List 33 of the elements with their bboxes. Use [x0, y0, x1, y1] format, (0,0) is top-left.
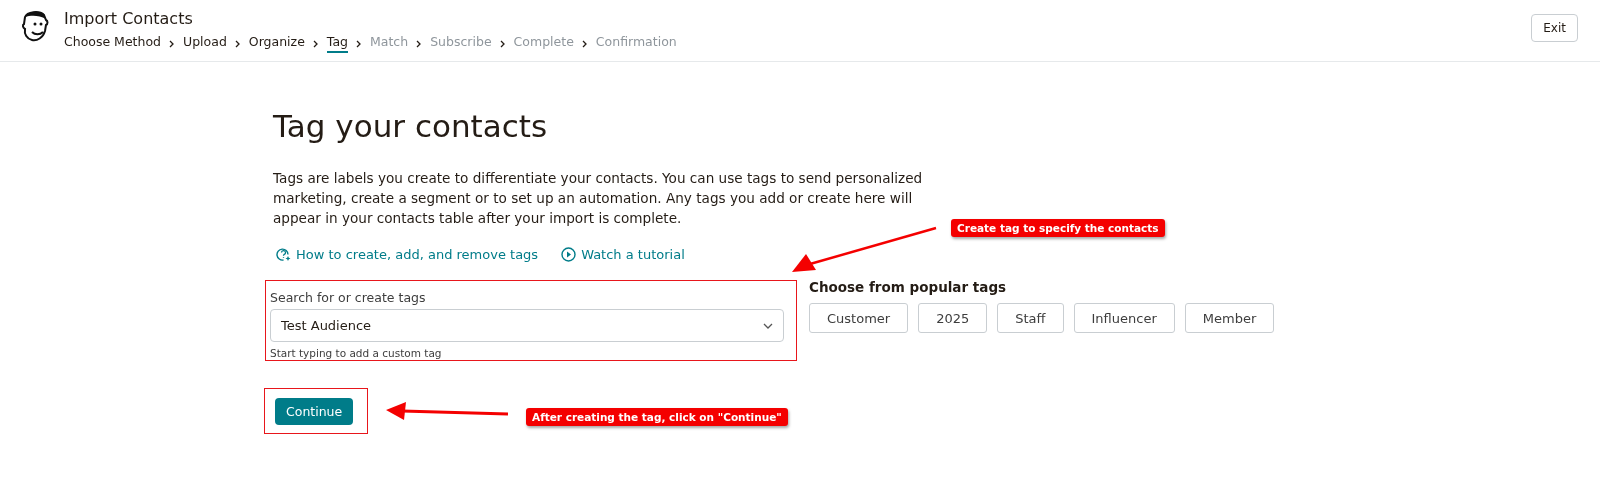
- page-heading: Tag your contacts: [273, 107, 548, 146]
- play-icon: [560, 246, 578, 263]
- description-text: Tags are labels you create to differentiate your contacts. You can use tags to send personalized marketing, create a segment or to set up an automation. Any tags you add or create here will appear in your contacts table after your import is complete.: [273, 169, 924, 228]
- page-title: Import Contacts: [64, 9, 193, 28]
- tag-select-field[interactable]: Test Audience: [270, 309, 784, 342]
- field-hint: Start typing to add a custom tag: [270, 347, 442, 359]
- tag-option[interactable]: Member: [1184, 303, 1275, 333]
- section-title: Choose from popular tags: [809, 279, 1007, 295]
- caret-icon: [763, 322, 773, 329]
- annotation-callout: Create tag to specify the contacts: [951, 219, 1165, 237]
- chevron-icon: [356, 39, 362, 48]
- chevron-icon: [416, 39, 423, 48]
- chevron-icon: [499, 39, 506, 48]
- tag-option[interactable]: Influencer: [1073, 303, 1175, 333]
- breadcrumb-step[interactable]: Choose Method: [64, 34, 161, 53]
- exit-button[interactable]: Exit: [1531, 14, 1578, 42]
- field-label: Search for or create tags: [270, 290, 426, 305]
- help-link[interactable]: How to create, add, and remove tags: [275, 246, 539, 263]
- continue-button[interactable]: Continue: [275, 397, 354, 425]
- tag-option[interactable]: Staff: [997, 303, 1064, 333]
- tag-option[interactable]: Customer: [809, 303, 909, 333]
- annotation-callout: After creating the tag, click on "Continue": [526, 408, 788, 426]
- chevron-icon: [234, 39, 241, 48]
- breadcrumb-step[interactable]: Tag: [326, 34, 348, 53]
- breadcrumb-step[interactable]: Organize: [248, 34, 305, 53]
- help-link[interactable]: Watch a tutorial: [560, 246, 685, 263]
- breadcrumb-step[interactable]: Upload: [183, 34, 227, 53]
- chevron-icon: [169, 39, 175, 48]
- help-icon: [275, 246, 292, 263]
- chevron-icon: [581, 39, 588, 48]
- monkey-logo-icon: [20, 9, 50, 43]
- chevron-icon: [312, 39, 319, 48]
- tag-option[interactable]: 2025: [918, 303, 988, 333]
